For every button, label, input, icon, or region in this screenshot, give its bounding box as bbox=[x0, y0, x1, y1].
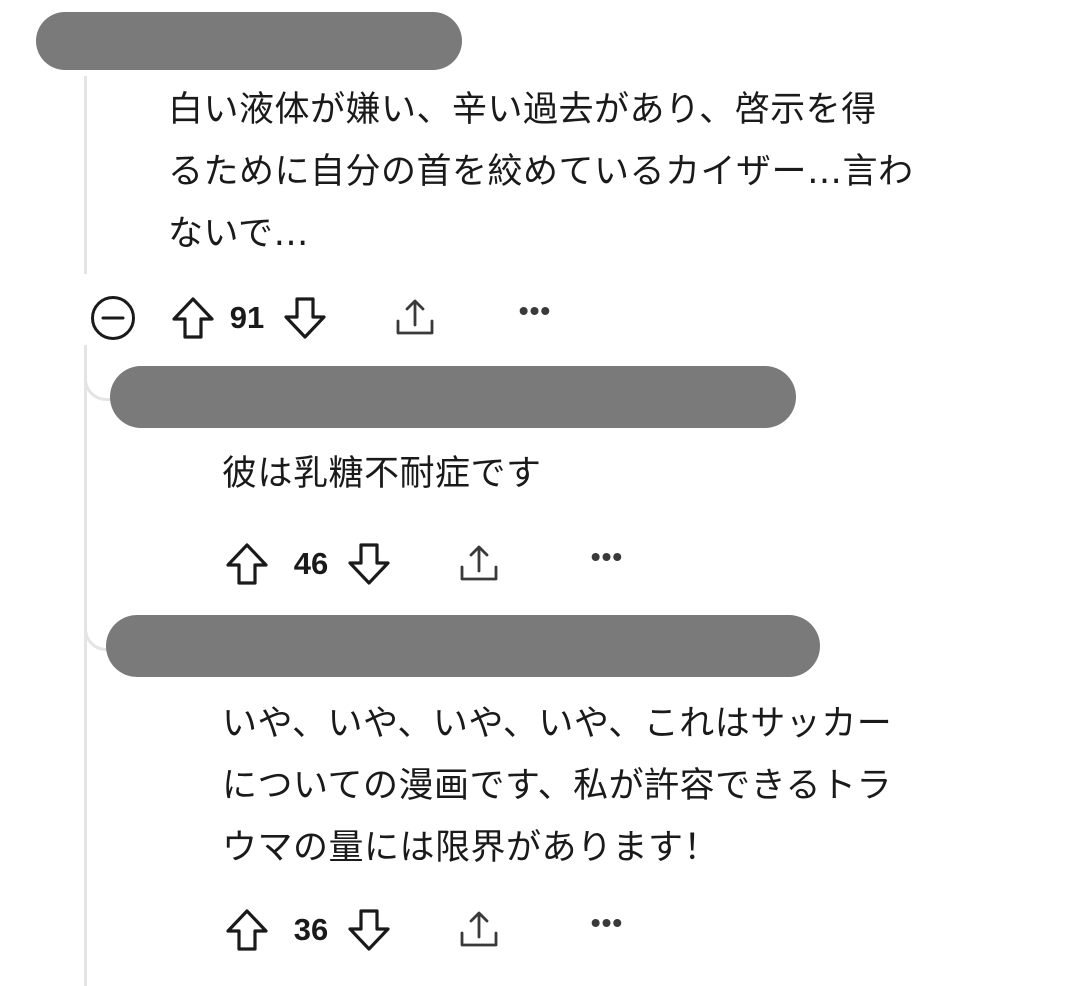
downvote-arrow-icon[interactable] bbox=[280, 293, 330, 343]
comment-actions: 91 ••• bbox=[88, 293, 558, 343]
more-options-icon[interactable]: ••• bbox=[512, 297, 558, 325]
upvote-arrow-icon[interactable] bbox=[168, 293, 218, 343]
reply-connector bbox=[84, 374, 111, 401]
comment-body: 彼は乳糖不耐症です bbox=[222, 454, 542, 494]
vote-count: 46 bbox=[293, 546, 329, 581]
comment-body: 白い液体が嫌い、辛い過去があり、啓示を得 るために自分の首を絞めているカイザー…… bbox=[168, 90, 914, 254]
collapse-thread-icon[interactable] bbox=[88, 293, 138, 343]
vote-count: 91 bbox=[229, 300, 265, 335]
share-icon[interactable] bbox=[454, 539, 504, 589]
redacted-username bbox=[106, 615, 820, 677]
upvote-arrow-icon[interactable] bbox=[222, 905, 272, 955]
redacted-username bbox=[36, 12, 462, 70]
more-options-icon[interactable]: ••• bbox=[584, 909, 630, 937]
redacted-username bbox=[110, 366, 796, 428]
more-options-icon[interactable]: ••• bbox=[584, 543, 630, 571]
comment-body: いや、いや、いや、いや、これはサッカー についての漫画です、私が許容できるトラ … bbox=[222, 704, 893, 868]
share-icon[interactable] bbox=[454, 905, 504, 955]
share-icon[interactable] bbox=[390, 293, 440, 343]
comment-actions: 46 ••• bbox=[222, 539, 630, 589]
downvote-arrow-icon[interactable] bbox=[344, 539, 394, 589]
thread-line-main bbox=[84, 345, 87, 986]
thread-line-top bbox=[84, 76, 87, 274]
vote-count: 36 bbox=[293, 912, 329, 947]
downvote-arrow-icon[interactable] bbox=[344, 905, 394, 955]
comment-actions: 36 ••• bbox=[222, 905, 630, 955]
upvote-arrow-icon[interactable] bbox=[222, 539, 272, 589]
